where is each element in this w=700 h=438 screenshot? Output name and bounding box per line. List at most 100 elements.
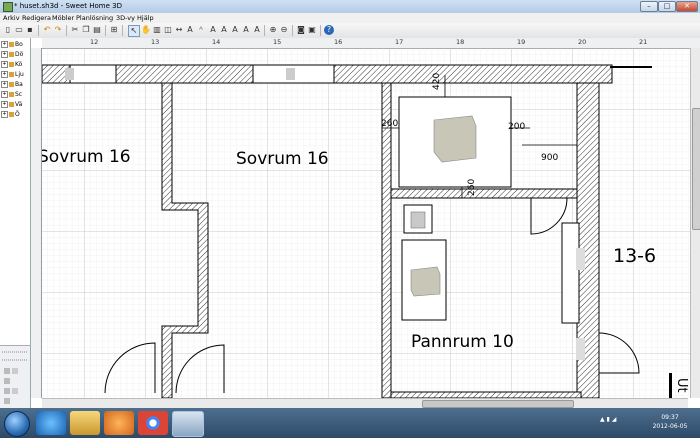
window-frame (576, 248, 585, 270)
wall-edge (669, 373, 672, 398)
menu-3d-vy[interactable]: 3D-vy (116, 14, 135, 22)
plan-view[interactable]: 12 13 14 15 16 17 18 19 20 21 Sovrum 16 … (31, 38, 700, 408)
text-style-icon[interactable]: A (252, 25, 262, 35)
clock[interactable]: 09:37 2012-06-05 (650, 413, 690, 431)
wall[interactable] (381, 82, 392, 398)
window[interactable] (69, 64, 117, 84)
maximize-button[interactable]: □ (658, 1, 676, 12)
text-style-icon[interactable]: A (219, 25, 229, 35)
system-tray[interactable]: ▲ ▮ ◢ (600, 416, 616, 423)
create-labels-icon[interactable]: A (185, 25, 195, 35)
minimize-button[interactable]: – (640, 1, 658, 12)
text-style-icon[interactable]: A (208, 25, 218, 35)
save-icon[interactable]: ▪ (25, 25, 35, 35)
room-label-edge[interactable]: Ut (674, 378, 689, 393)
chrome-icon[interactable] (138, 411, 168, 435)
sweet-home-3d-icon[interactable] (172, 411, 204, 437)
room-label-r2[interactable]: Sovrum 16 (236, 149, 329, 169)
expand-icon[interactable]: + (1, 101, 8, 108)
create-dimensions-icon[interactable]: ↔ (174, 25, 184, 35)
copy-icon[interactable]: ❐ (81, 25, 91, 35)
catalog-category[interactable]: + Lju (1, 70, 29, 79)
window-frame (286, 68, 295, 80)
undo-icon[interactable]: ↶ (42, 25, 52, 35)
menu-redigera[interactable]: Redigera (22, 14, 51, 22)
vertical-scrollbar[interactable] (690, 48, 700, 398)
menu-arkiv[interactable]: Arkiv (3, 14, 20, 22)
expand-icon[interactable]: + (1, 111, 8, 118)
video-icon[interactable]: ▣ (307, 25, 317, 35)
wall[interactable] (390, 188, 592, 199)
horizontal-scrollbar[interactable] (42, 398, 688, 408)
text-style-icon[interactable]: ᴬ (196, 25, 206, 35)
folder-icon (9, 52, 14, 57)
folder-icon (9, 112, 14, 117)
menu-mobler[interactable]: Möbler (52, 14, 74, 22)
close-button[interactable]: ✕ (676, 1, 698, 12)
menu-hjalp[interactable]: Hjälp (137, 14, 154, 22)
catalog-category[interactable]: + Dö (1, 50, 29, 59)
create-rooms-icon[interactable]: ◫ (163, 25, 173, 35)
folder-icon (9, 92, 14, 97)
dimension-label[interactable]: 260 (381, 119, 398, 129)
expand-icon[interactable]: + (1, 71, 8, 78)
text-style-icon[interactable]: A (230, 25, 240, 35)
vertical-ruler (31, 48, 42, 398)
scroll-thumb[interactable] (422, 400, 574, 408)
ruler-label: 15 (273, 38, 282, 46)
catalog-category[interactable]: + Ö (1, 110, 29, 119)
new-icon[interactable]: ▯ (3, 25, 13, 35)
catalog-category[interactable]: + Bo (1, 40, 29, 49)
catalog-category[interactable]: + Sc (1, 90, 29, 99)
media-player-icon[interactable] (104, 411, 134, 435)
room-label-r4[interactable]: 13-6 (613, 245, 656, 267)
text-style-icon[interactable]: A (241, 25, 251, 35)
dimension-label[interactable]: 900 (541, 153, 558, 163)
expand-icon[interactable]: + (1, 81, 8, 88)
dimension-label[interactable]: 420 (432, 73, 442, 90)
room-label-r3[interactable]: Pannrum 10 (411, 332, 514, 352)
explorer-icon[interactable] (70, 411, 100, 435)
expand-icon[interactable]: + (1, 61, 8, 68)
catalog-category[interactable]: + Vä (1, 100, 29, 109)
dimension-label[interactable]: 260 (467, 179, 477, 196)
ruler-label: 19 (517, 38, 526, 46)
furniture-list-preview (2, 351, 28, 404)
cut-icon[interactable]: ✂ (70, 25, 80, 35)
doorway (561, 222, 580, 324)
zoom-out-icon[interactable]: ⊖ (279, 25, 289, 35)
app-icon (3, 2, 13, 12)
expand-icon[interactable]: + (1, 51, 8, 58)
start-button[interactable] (4, 411, 30, 437)
redo-icon[interactable]: ↷ (53, 25, 63, 35)
photo-icon[interactable]: ◙ (296, 25, 306, 35)
ruler-label: 13 (151, 38, 160, 46)
select-icon[interactable]: ↖ (128, 25, 140, 37)
dimension-label[interactable]: 200 (508, 122, 525, 132)
clock-time: 09:37 (661, 414, 679, 421)
room-label-r1[interactable]: Sovrum 16 (42, 147, 131, 167)
folder-icon (9, 82, 14, 87)
floor-plan[interactable]: Sovrum 16 Sovrum 16 Pannrum 10 13-6 420 … (42, 48, 690, 398)
zoom-in-icon[interactable]: ⊕ (268, 25, 278, 35)
create-walls-icon[interactable]: ▥ (152, 25, 162, 35)
clock-date: 2012-06-05 (652, 423, 688, 430)
catalog-category[interactable]: + Kö (1, 60, 29, 69)
pan-icon[interactable]: ✋ (141, 25, 151, 35)
toolbar-separator (122, 25, 123, 36)
add-furniture-icon[interactable]: ⊞ (109, 25, 119, 35)
help-icon[interactable]: ? (324, 25, 334, 35)
menu-planlosning[interactable]: Planlösning (76, 14, 113, 22)
catalog-category[interactable]: + Ba (1, 80, 29, 89)
ruler-label: 14 (212, 38, 221, 46)
furniture-list-panel[interactable] (0, 345, 30, 409)
expand-icon[interactable]: + (1, 91, 8, 98)
expand-icon[interactable]: + (1, 41, 8, 48)
open-icon[interactable]: ▭ (14, 25, 24, 35)
paste-icon[interactable]: ▤ (92, 25, 102, 35)
toolbar-separator (38, 25, 39, 36)
ie-icon[interactable] (36, 411, 66, 435)
scroll-thumb[interactable] (692, 108, 700, 230)
folder-icon (9, 72, 14, 77)
dimension-line (610, 66, 652, 68)
